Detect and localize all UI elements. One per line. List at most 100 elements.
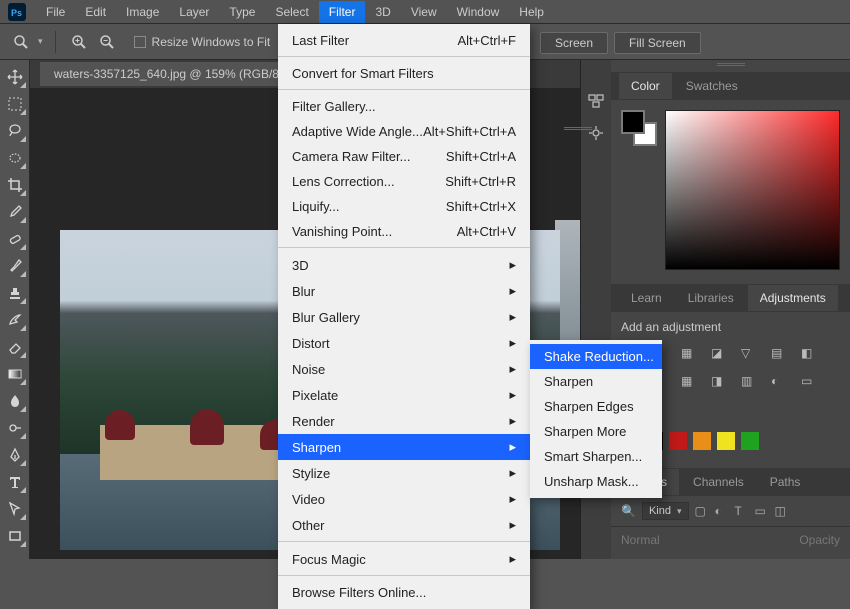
filter-smart-icon[interactable]: ◫ [775,504,789,518]
tab-adjustments[interactable]: Adjustments [748,285,838,311]
menuitem-adaptive-wide-angle[interactable]: Adaptive Wide Angle...Alt+Shift+Ctrl+A [278,119,530,144]
marquee-tool[interactable] [2,91,28,117]
chevron-down-icon[interactable]: ▾ [38,36,43,47]
brush-tool[interactable] [2,253,28,279]
color-picker[interactable] [665,110,840,270]
blur-tool[interactable] [2,388,28,414]
posterize-icon[interactable]: ▥ [741,374,761,392]
menuitem-render[interactable]: Render▸ [278,408,530,434]
stamp-tool[interactable] [2,280,28,306]
tab-color[interactable]: Color [619,73,672,99]
menuitem-noise[interactable]: Noise▸ [278,356,530,382]
menuitem-stylize[interactable]: Stylize▸ [278,460,530,486]
fit-screen-button[interactable]: Screen [540,32,608,54]
move-tool[interactable] [2,64,28,90]
quick-select-tool[interactable] [2,145,28,171]
menuitem-blur[interactable]: Blur▸ [278,278,530,304]
menu-select[interactable]: Select [265,1,318,23]
zoom-in-icon[interactable] [68,31,90,53]
menu-edit[interactable]: Edit [75,1,116,23]
swatch-green[interactable] [741,432,759,450]
path-select-tool[interactable] [2,496,28,522]
history-brush-tool[interactable] [2,307,28,333]
menuitem-shake-reduction[interactable]: Shake Reduction... [530,344,662,369]
lookup-icon[interactable]: ▦ [681,374,701,392]
history-icon[interactable] [587,92,605,110]
menuitem-focus-magic[interactable]: Focus Magic▸ [278,546,530,576]
threshold-icon[interactable]: ◐ [771,374,791,392]
type-tool[interactable] [2,469,28,495]
menuitem-blur-gallery[interactable]: Blur Gallery▸ [278,304,530,330]
vibrance-icon[interactable]: ▽ [741,346,761,364]
swatch-red[interactable] [669,432,687,450]
invert-icon[interactable]: ◨ [711,374,731,392]
menu-filter[interactable]: Filter [319,1,366,23]
menuitem-unsharp-mask[interactable]: Unsharp Mask... [530,469,662,494]
eyedropper-tool[interactable] [2,199,28,225]
filter-pixel-icon[interactable]: ▢ [695,504,709,518]
menuitem-vanishing-point[interactable]: Vanishing Point...Alt+Ctrl+V [278,219,530,248]
blend-mode[interactable]: Normal [621,533,660,547]
filter-shape-icon[interactable]: ▭ [755,504,769,518]
menuitem-video[interactable]: Video▸ [278,486,530,512]
menuitem-sharpen[interactable]: Sharpen▸ [278,434,530,460]
swatch-orange[interactable] [693,432,711,450]
menu-3d[interactable]: 3D [365,1,400,23]
resize-windows-checkbox[interactable]: Resize Windows to Fit [134,35,271,49]
menuitem-3d[interactable]: 3D▸ [278,252,530,278]
fg-swatch[interactable] [621,110,645,134]
bw-icon[interactable]: ◧ [801,346,821,364]
menu-window[interactable]: Window [447,1,510,23]
menuitem-distort[interactable]: Distort▸ [278,330,530,356]
menuitem-liquify[interactable]: Liquify...Shift+Ctrl+X [278,194,530,219]
menu-type[interactable]: Type [219,1,265,23]
fill-screen-button[interactable]: Fill Screen [614,32,701,54]
menuitem-sharpen-edges[interactable]: Sharpen Edges [530,394,662,419]
tab-learn[interactable]: Learn [619,285,674,311]
search-icon[interactable]: 🔍 [621,504,636,518]
layer-filter-kind[interactable]: Kind▾ [642,502,689,520]
gradient-tool[interactable] [2,361,28,387]
menuitem-sharpen-basic[interactable]: Sharpen [530,369,662,394]
gradmap-icon[interactable]: ▭ [801,374,821,392]
menu-file[interactable]: File [36,1,75,23]
heal-tool[interactable] [2,226,28,252]
zoom-tool-icon[interactable] [10,31,32,53]
menuitem-convert-smart[interactable]: Convert for Smart Filters [278,61,530,90]
tab-channels[interactable]: Channels [681,469,756,495]
menu-view[interactable]: View [401,1,447,23]
crop-tool[interactable] [2,172,28,198]
menu-layer[interactable]: Layer [169,1,219,23]
curves-icon[interactable]: ▦ [681,346,701,364]
menuitem-camera-raw[interactable]: Camera Raw Filter...Shift+Ctrl+A [278,144,530,169]
menuitem-smart-sharpen[interactable]: Smart Sharpen... [530,444,662,469]
exposure-icon[interactable]: ◪ [711,346,731,364]
opacity-label: Opacity [799,533,840,547]
tab-libraries[interactable]: Libraries [676,285,746,311]
dodge-tool[interactable] [2,415,28,441]
menu-help[interactable]: Help [509,1,554,23]
eraser-tool[interactable] [2,334,28,360]
menubar: Ps File Edit Image Layer Type Select Fil… [0,0,850,24]
lasso-tool[interactable] [2,118,28,144]
tab-paths[interactable]: Paths [758,469,813,495]
hue-icon[interactable]: ▤ [771,346,791,364]
filter-type-icon[interactable]: T [735,504,749,518]
document-tab[interactable]: waters-3357125_640.jpg @ 159% (RGB/8) × [40,62,314,86]
menu-image[interactable]: Image [116,1,169,23]
rectangle-tool[interactable] [2,523,28,549]
menuitem-lens-correction[interactable]: Lens Correction...Shift+Ctrl+R [278,169,530,194]
menuitem-sharpen-more[interactable]: Sharpen More [530,419,662,444]
swatch-yellow[interactable] [717,432,735,450]
menuitem-pixelate[interactable]: Pixelate▸ [278,382,530,408]
zoom-out-icon[interactable] [96,31,118,53]
pen-tool[interactable] [2,442,28,468]
svg-text:Ps: Ps [11,7,22,17]
filter-adjust-icon[interactable]: ◐ [715,504,729,518]
menuitem-other[interactable]: Other▸ [278,512,530,542]
menuitem-last-filter[interactable]: Last FilterAlt+Ctrl+F [278,28,530,57]
fg-bg-swatches[interactable] [621,110,657,146]
tab-swatches[interactable]: Swatches [674,73,750,99]
menuitem-filter-gallery[interactable]: Filter Gallery... [278,94,530,119]
menuitem-browse-online[interactable]: Browse Filters Online... [278,580,530,605]
